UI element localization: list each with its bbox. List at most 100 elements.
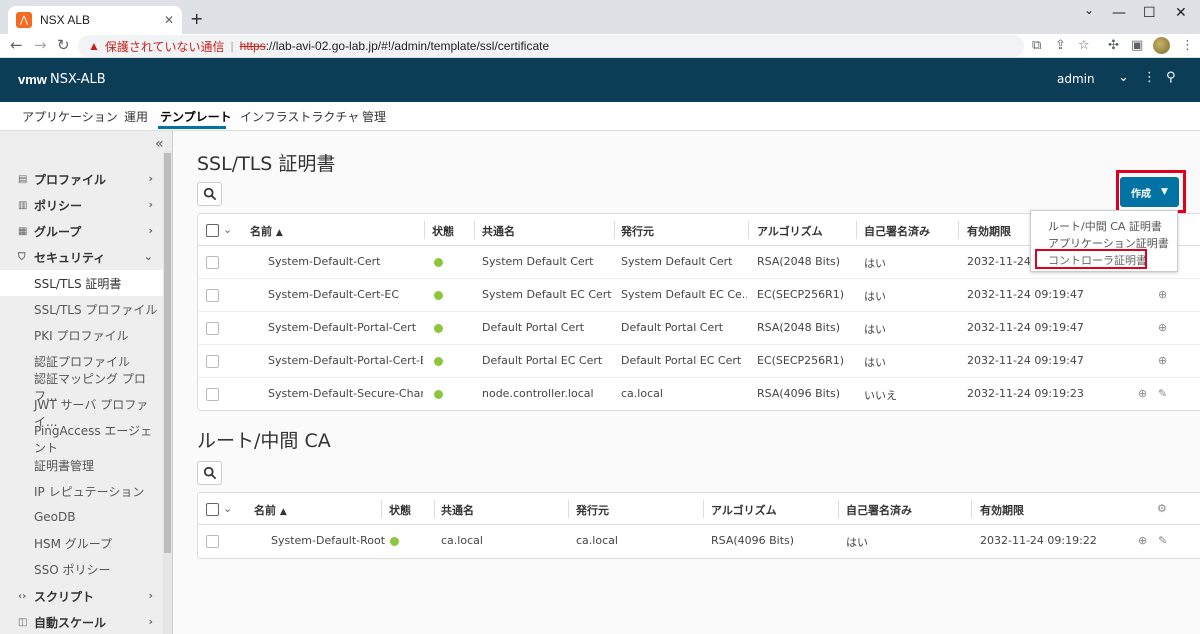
- row-checkbox[interactable]: [206, 355, 219, 368]
- row-checkbox[interactable]: [206, 388, 219, 401]
- select-chevron-down-icon[interactable]: ⌄: [223, 223, 232, 236]
- more-vertical-icon[interactable]: ⋮: [1143, 70, 1156, 85]
- nav-applications[interactable]: アプリケーション: [22, 108, 118, 125]
- tab-search-chevron-icon[interactable]: ⌄: [1084, 3, 1094, 17]
- create-button[interactable]: 作成 ▼: [1120, 177, 1179, 207]
- maximize-icon[interactable]: ☐: [1143, 5, 1156, 21]
- table-header: ⌄ 名前 ▲ 状態 共通名 発行元 アルゴリズム 自己署名済み 有効期限 ⚙: [198, 493, 1200, 525]
- col-name[interactable]: 名前 ▲: [254, 502, 287, 518]
- status-dot: [434, 324, 443, 333]
- col-self-signed[interactable]: 自己署名済み: [846, 502, 912, 518]
- sidebar-item-ip-reputation[interactable]: IP レピュテーション: [0, 478, 163, 504]
- cell-name[interactable]: System-Default-Portal-Cert-EC: [268, 354, 423, 367]
- side-panel-icon[interactable]: ▣: [1131, 38, 1143, 53]
- translate-icon[interactable]: ⧉: [1032, 38, 1041, 53]
- forward-icon[interactable]: →: [34, 36, 47, 54]
- url-bar[interactable]: ▲ 保護されていない通信 | https ://lab-avi-02.go-la…: [78, 35, 1024, 57]
- select-all-checkbox[interactable]: [206, 224, 219, 237]
- new-tab-icon[interactable]: +: [190, 9, 203, 28]
- nav-administration[interactable]: 管理: [362, 108, 386, 125]
- cell-name[interactable]: System-Default-Secure-Channel: [268, 387, 423, 400]
- minimize-icon[interactable]: —: [1112, 5, 1126, 21]
- sidebar-item-pki-profiles[interactable]: PKI プロファイル: [0, 322, 163, 348]
- chevron-right-icon: ›: [148, 198, 153, 211]
- ca-search-button[interactable]: [197, 461, 222, 485]
- edit-pencil-icon[interactable]: ✎: [1158, 534, 1167, 547]
- menu-item-root-ca-cert[interactable]: ルート/中間 CA 証明書: [1048, 218, 1162, 234]
- col-status[interactable]: 状態: [432, 223, 454, 239]
- collapse-sidebar-icon[interactable]: «: [155, 136, 164, 152]
- user-menu[interactable]: admin: [1057, 72, 1095, 86]
- nav-templates[interactable]: テンプレート: [160, 108, 232, 125]
- bookmark-star-icon[interactable]: ☆: [1078, 38, 1090, 53]
- cell-algorithm: EC(SECP256R1): [757, 354, 845, 367]
- cell-name[interactable]: System-Default-Cert-EC: [268, 288, 423, 301]
- sidebar-group-security[interactable]: ⛉ セキュリティ ⌄: [0, 244, 163, 270]
- download-icon[interactable]: ⊕: [1158, 288, 1167, 301]
- cell-expiry: 2032-11-24 09:19:23: [967, 387, 1084, 400]
- col-expiry[interactable]: 有効期限: [967, 223, 1011, 239]
- user-chevron-down-icon[interactable]: ⌄: [1118, 70, 1129, 85]
- col-status[interactable]: 状態: [389, 502, 411, 518]
- sidebar-group-label: プロファイル: [34, 172, 107, 187]
- cell-name[interactable]: System-Default-Cert: [268, 255, 423, 268]
- user-icon[interactable]: ⚲: [1166, 70, 1176, 85]
- sidebar-item-ssl-certificates[interactable]: SSL/TLS 証明書: [0, 270, 163, 296]
- ssl-search-button[interactable]: [197, 182, 222, 206]
- gear-icon[interactable]: ⚙: [1157, 502, 1167, 515]
- chevron-right-icon: ›: [148, 172, 153, 185]
- row-checkbox[interactable]: [206, 535, 219, 548]
- row-checkbox[interactable]: [206, 256, 219, 269]
- profile-avatar[interactable]: [1153, 37, 1170, 54]
- column-divider: [381, 500, 382, 518]
- close-tab-icon[interactable]: ✕: [164, 13, 174, 27]
- download-icon[interactable]: ⊕: [1158, 321, 1167, 334]
- sidebar-scrollbar-thumb[interactable]: [164, 153, 171, 553]
- sidebar-group-groups[interactable]: ▦ グループ ›: [0, 218, 163, 244]
- back-icon[interactable]: ←: [10, 36, 23, 54]
- browser-menu-icon[interactable]: ⋮: [1181, 38, 1194, 53]
- download-icon[interactable]: ⊕: [1138, 387, 1147, 400]
- col-common-name[interactable]: 共通名: [482, 223, 515, 239]
- cell-name[interactable]: System-Default-Portal-Cert: [268, 321, 423, 334]
- sidebar-item-hsm-groups[interactable]: HSM グループ: [0, 530, 163, 556]
- col-name[interactable]: 名前 ▲: [250, 223, 283, 239]
- col-issuer[interactable]: 発行元: [576, 502, 609, 518]
- select-chevron-down-icon[interactable]: ⌄: [223, 502, 232, 515]
- sidebar-item-pingaccess[interactable]: PingAccess エージェント: [0, 424, 163, 455]
- col-algorithm[interactable]: アルゴリズム: [757, 223, 823, 239]
- sidebar: « ▤ プロファイル › ▥ ポリシー › ▦ グループ › ⛉ セキュリティ …: [0, 131, 173, 634]
- close-window-icon[interactable]: ✕: [1175, 5, 1187, 21]
- extensions-icon[interactable]: ✣: [1108, 38, 1119, 53]
- table-row[interactable]: System-Default-Cert-EC System Default EC…: [198, 279, 1200, 312]
- col-common-name[interactable]: 共通名: [441, 502, 474, 518]
- reload-icon[interactable]: ↻: [57, 36, 70, 54]
- download-icon[interactable]: ⊕: [1138, 534, 1147, 547]
- col-algorithm[interactable]: アルゴリズム: [711, 502, 777, 518]
- table-row[interactable]: System-Default-Portal-Cert Default Porta…: [198, 312, 1200, 345]
- sidebar-item-cert-management[interactable]: 証明書管理: [0, 452, 163, 478]
- browser-tab[interactable]: ⋀ NSX ALB ✕: [8, 6, 182, 34]
- table-row[interactable]: System-Default-Secure-Channel node.contr…: [198, 378, 1200, 411]
- sidebar-group-policies[interactable]: ▥ ポリシー ›: [0, 192, 163, 218]
- col-self-signed[interactable]: 自己署名済み: [864, 223, 930, 239]
- sidebar-item-sso-policy[interactable]: SSO ポリシー: [0, 556, 163, 582]
- table-row[interactable]: System-Default-Root ca.local ca.local RS…: [198, 525, 1200, 558]
- sidebar-item-geodb[interactable]: GeoDB: [0, 504, 163, 530]
- col-expiry[interactable]: 有効期限: [980, 502, 1024, 518]
- nav-infrastructure[interactable]: インフラストラクチャ: [240, 108, 359, 125]
- sidebar-item-ssl-profiles[interactable]: SSL/TLS プロファイル: [0, 296, 163, 322]
- col-issuer[interactable]: 発行元: [621, 223, 654, 239]
- sidebar-group-profiles[interactable]: ▤ プロファイル ›: [0, 166, 163, 192]
- row-checkbox[interactable]: [206, 322, 219, 335]
- nav-operations[interactable]: 運用: [124, 108, 148, 125]
- cell-name[interactable]: System-Default-Root: [271, 534, 385, 547]
- row-checkbox[interactable]: [206, 289, 219, 302]
- edit-pencil-icon[interactable]: ✎: [1158, 387, 1167, 400]
- download-icon[interactable]: ⊕: [1158, 354, 1167, 367]
- select-all-checkbox[interactable]: [206, 503, 219, 516]
- table-row[interactable]: System-Default-Portal-Cert-EC Default Po…: [198, 345, 1200, 378]
- share-icon[interactable]: ⇪: [1055, 38, 1066, 53]
- sidebar-group-autoscale[interactable]: ◫ 自動スケール ›: [0, 609, 163, 634]
- sidebar-group-scripts[interactable]: ‹› スクリプト ›: [0, 583, 163, 609]
